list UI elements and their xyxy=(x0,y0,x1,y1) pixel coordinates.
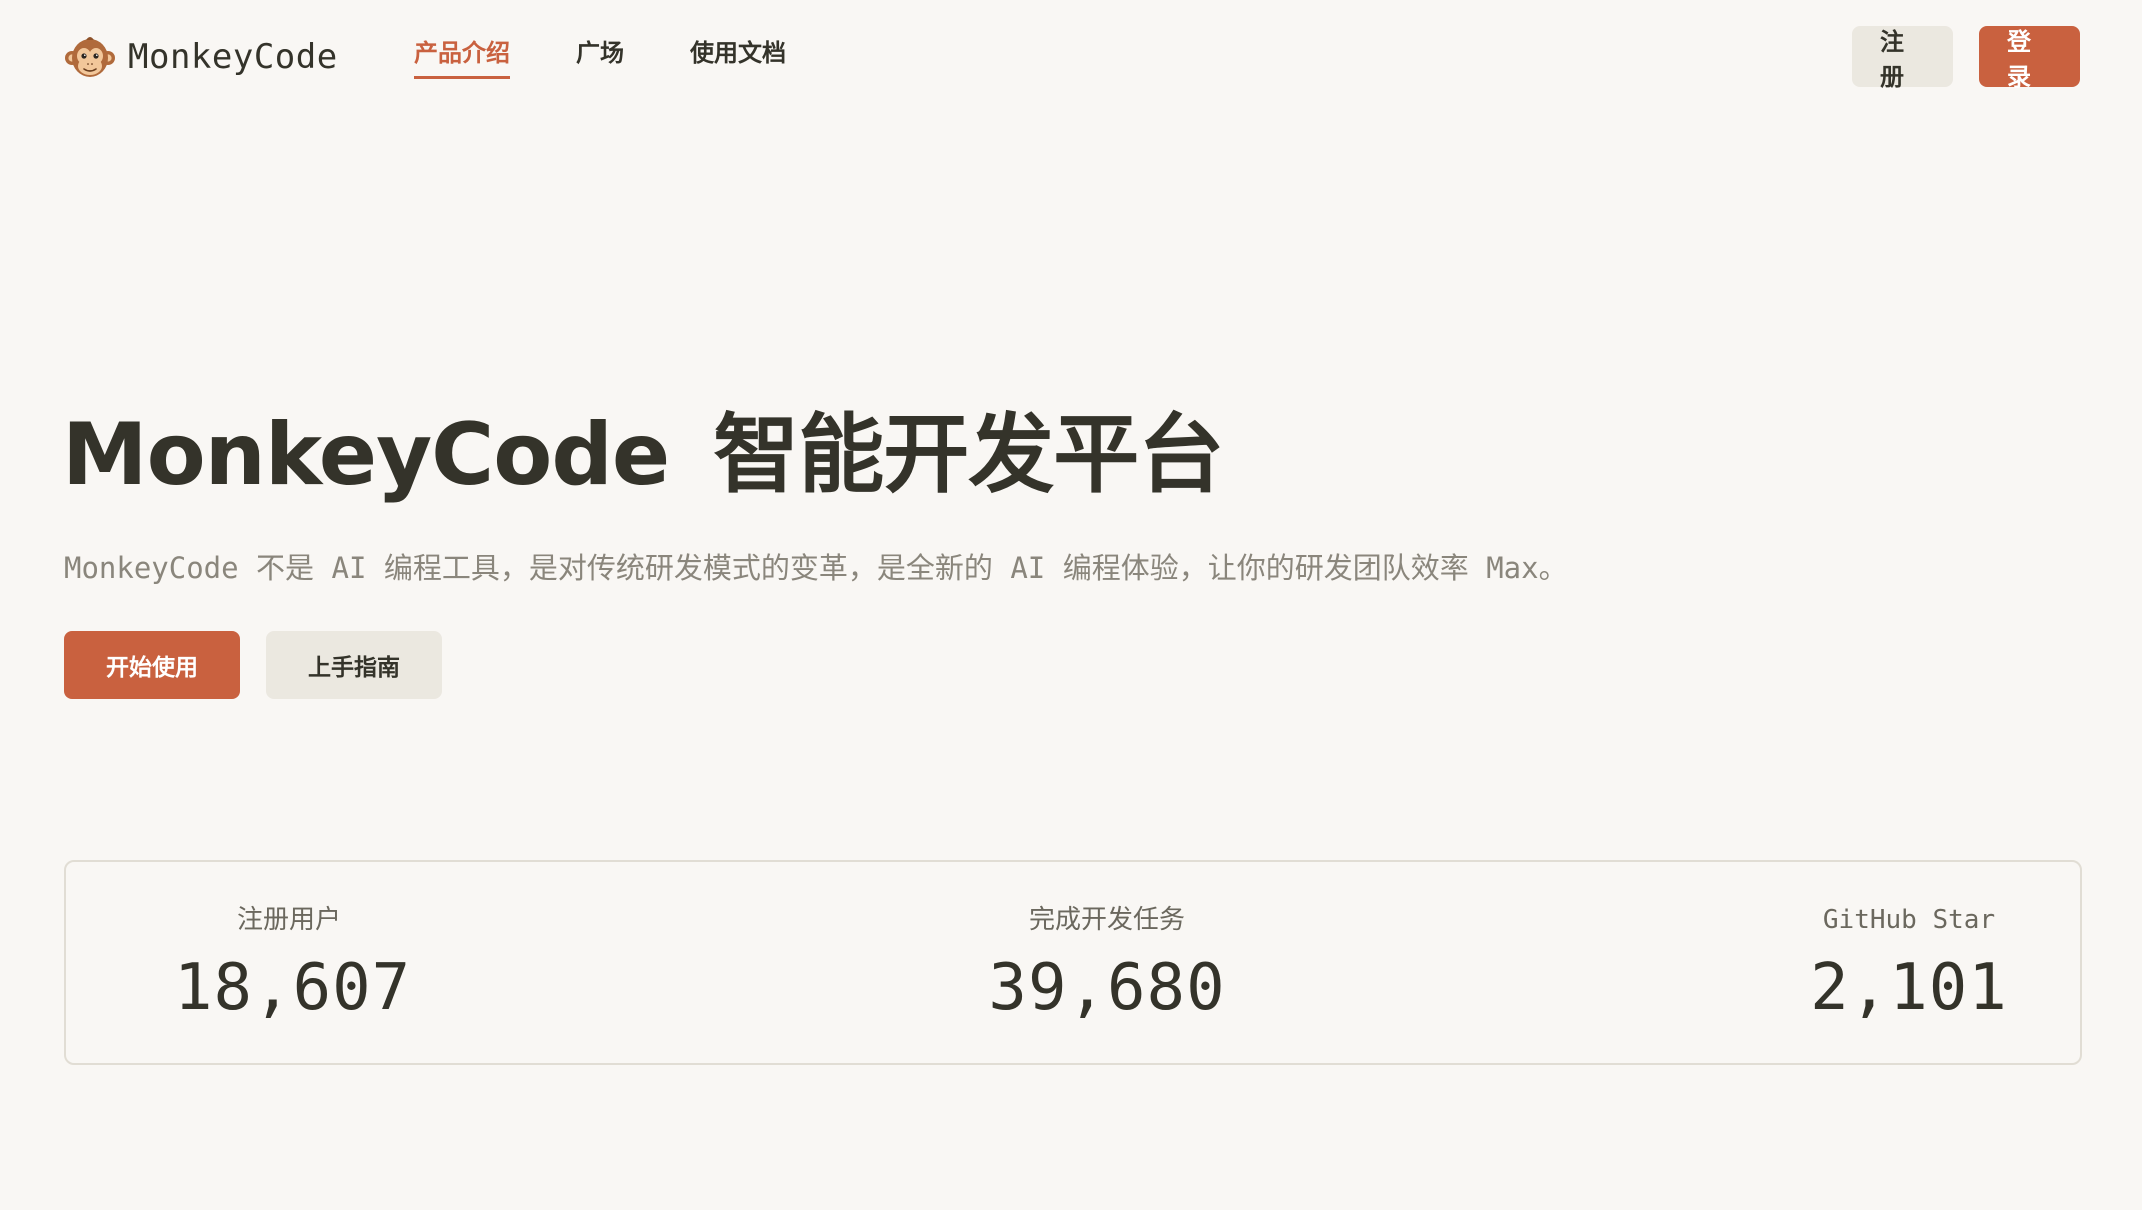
hero-title-brand: MonkeyCode xyxy=(62,405,670,505)
stat-label: GitHub Star xyxy=(1822,905,1996,935)
quickstart-guide-button[interactable]: 上手指南 xyxy=(266,631,442,699)
stat-registered-users: 注册用户 18,607 xyxy=(174,902,412,1025)
stat-value: 18,607 xyxy=(174,951,412,1025)
brand-logo[interactable]: MonkeyCode xyxy=(64,33,338,81)
nav-item-docs[interactable]: 使用文档 xyxy=(690,38,786,79)
get-started-button[interactable]: 开始使用 xyxy=(64,631,240,699)
brand-name: MonkeyCode xyxy=(128,37,338,77)
hero-description: MonkeyCode 不是 AI 编程工具，是对传统研发模式的变革，是全新的 A… xyxy=(64,551,1568,585)
stat-github-stars: GitHub Star 2,101 xyxy=(1784,902,2034,1022)
hero-title-rest: 智能开发平台 xyxy=(713,405,1224,505)
header-actions: 注册 登录 xyxy=(1852,26,2080,91)
stat-label: 注册用户 xyxy=(236,905,341,935)
stats-panel: 注册用户 18,607 完成开发任务 39,680 GitHub Star 2,… xyxy=(64,860,2082,1065)
hero-actions: 开始使用 上手指南 xyxy=(64,631,442,699)
main-nav: 产品介绍 广场 使用文档 xyxy=(414,38,852,79)
stat-completed-tasks: 完成开发任务 39,680 xyxy=(987,902,1227,1022)
nav-item-product-intro[interactable]: 产品介绍 xyxy=(414,38,510,79)
top-header: MonkeyCode 产品介绍 广场 使用文档 注册 登录 xyxy=(0,0,2142,114)
nav-item-plaza[interactable]: 广场 xyxy=(576,38,624,79)
login-button[interactable]: 登录 xyxy=(1979,26,2080,91)
monkey-face-icon xyxy=(65,37,115,77)
stat-label: 完成开发任务 xyxy=(1028,905,1185,935)
stat-value: 39,680 xyxy=(988,951,1226,1025)
register-button[interactable]: 注册 xyxy=(1852,26,1953,91)
stat-value: 2,101 xyxy=(1810,951,2008,1025)
hero-title: MonkeyCode 智能开发平台 xyxy=(62,400,1224,510)
